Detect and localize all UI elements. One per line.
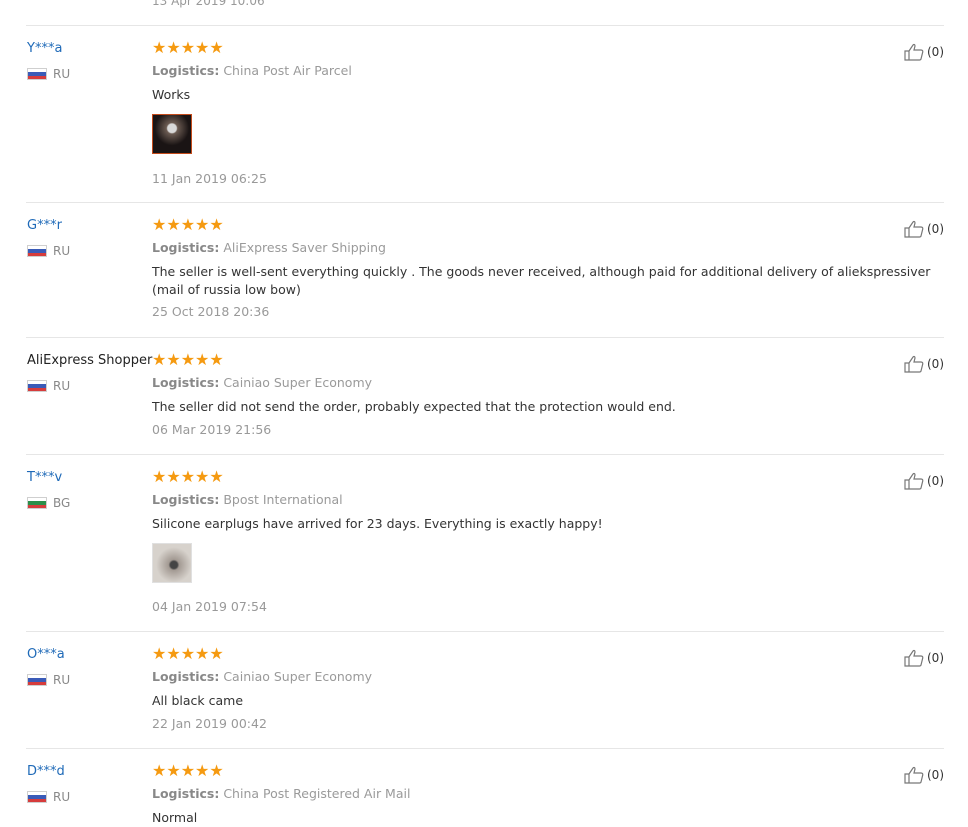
review-text: All black came: [152, 693, 244, 708]
reviewer-country: BG: [27, 496, 70, 510]
helpful-count: (0): [927, 357, 944, 371]
helpful-count: (0): [927, 474, 944, 488]
reviewer-name[interactable]: G***r: [27, 218, 62, 233]
country-code: RU: [53, 673, 71, 687]
thumbs-up-icon: [904, 472, 924, 490]
star-rating: ★★★★★: [152, 215, 224, 234]
flag-bg-icon: [27, 497, 47, 509]
thumbs-up-icon: [904, 220, 924, 238]
country-code: BG: [53, 496, 71, 510]
flag-ru-icon: [27, 791, 47, 803]
review-text: The seller is well-sent everything quick…: [152, 264, 931, 297]
thumbs-up-icon: [904, 649, 924, 667]
review-date: 25 Oct 2018 20:36: [152, 304, 270, 319]
reviewer-name[interactable]: Y***a: [27, 41, 62, 56]
helpful-button[interactable]: (0): [904, 766, 944, 784]
star-rating: ★★★★★: [152, 761, 224, 780]
thumbs-up-icon: [904, 43, 924, 61]
review-date: 04 Jan 2019 07:54: [152, 599, 267, 614]
thumbs-up-icon: [904, 766, 924, 784]
review-text: Works: [152, 87, 191, 102]
flag-ru-icon: [27, 380, 47, 392]
flag-ru-icon: [27, 245, 47, 257]
review-text: Silicone earplugs have arrived for 23 da…: [152, 516, 603, 531]
review-separator: [26, 748, 944, 749]
logistics-label: Logistics:: [152, 375, 220, 390]
reviewer-name: AliExpress Shopper: [27, 353, 153, 368]
logistics-method: Cainiao Super Economy: [223, 375, 373, 390]
logistics-info: Logistics: Cainiao Super Economy: [152, 669, 372, 684]
reviewer-country: RU: [27, 379, 70, 393]
review-text: The seller did not send the order, proba…: [152, 399, 676, 414]
review-separator: [26, 454, 944, 455]
logistics-info: Logistics: Cainiao Super Economy: [152, 375, 372, 390]
logistics-info: Logistics: China Post Registered Air Mai…: [152, 786, 410, 801]
reviewer-name[interactable]: D***d: [27, 764, 65, 779]
logistics-label: Logistics:: [152, 63, 220, 78]
logistics-method: Bpost International: [223, 492, 343, 507]
helpful-count: (0): [927, 222, 944, 236]
logistics-method: China Post Air Parcel: [223, 63, 352, 78]
star-rating: ★★★★★: [152, 38, 224, 57]
helpful-count: (0): [927, 768, 944, 782]
logistics-info: Logistics: Bpost International: [152, 492, 343, 507]
logistics-method: Cainiao Super Economy: [223, 669, 373, 684]
country-code: RU: [53, 67, 71, 81]
reviewer-country: RU: [27, 790, 70, 804]
logistics-method: AliExpress Saver Shipping: [223, 240, 386, 255]
review-separator: [26, 631, 944, 632]
review-list: 13 Apr 2019 10:06 Y***a RU ★★★★★ (0) Log…: [0, 0, 968, 825]
review-date: 13 Apr 2019 10:06: [152, 0, 265, 8]
review-date: 06 Mar 2019 21:56: [152, 422, 272, 437]
logistics-method: China Post Registered Air Mail: [223, 786, 411, 801]
review-separator: [26, 25, 944, 26]
logistics-info: Logistics: China Post Air Parcel: [152, 63, 352, 78]
logistics-label: Logistics:: [152, 240, 220, 255]
logistics-label: Logistics:: [152, 492, 220, 507]
reviewer-country: RU: [27, 673, 70, 687]
country-code: RU: [53, 379, 71, 393]
reviewer-name[interactable]: T***v: [27, 470, 62, 485]
helpful-button[interactable]: (0): [904, 355, 944, 373]
star-rating: ★★★★★: [152, 467, 224, 486]
reviewer-country: RU: [27, 67, 70, 81]
logistics-info: Logistics: AliExpress Saver Shipping: [152, 240, 386, 255]
thumbs-up-icon: [904, 355, 924, 373]
helpful-button[interactable]: (0): [904, 43, 944, 61]
flag-ru-icon: [27, 68, 47, 80]
star-rating: ★★★★★: [152, 350, 224, 369]
helpful-count: (0): [927, 651, 944, 665]
country-code: RU: [53, 244, 71, 258]
review-text: Normal: [152, 810, 198, 825]
reviewer-name[interactable]: O***a: [27, 647, 65, 662]
logistics-label: Logistics:: [152, 786, 220, 801]
review-date: 22 Jan 2019 00:42: [152, 716, 267, 731]
helpful-button[interactable]: (0): [904, 472, 944, 490]
review-photo[interactable]: [152, 543, 192, 583]
star-rating: ★★★★★: [152, 644, 224, 663]
helpful-button[interactable]: (0): [904, 649, 944, 667]
review-separator: [26, 202, 944, 203]
helpful-count: (0): [927, 45, 944, 59]
logistics-label: Logistics:: [152, 669, 220, 684]
review-date: 11 Jan 2019 06:25: [152, 171, 267, 186]
reviewer-country: RU: [27, 244, 70, 258]
country-code: RU: [53, 790, 71, 804]
review-separator: [26, 337, 944, 338]
helpful-button[interactable]: (0): [904, 220, 944, 238]
review-photo[interactable]: [152, 114, 192, 154]
flag-ru-icon: [27, 674, 47, 686]
